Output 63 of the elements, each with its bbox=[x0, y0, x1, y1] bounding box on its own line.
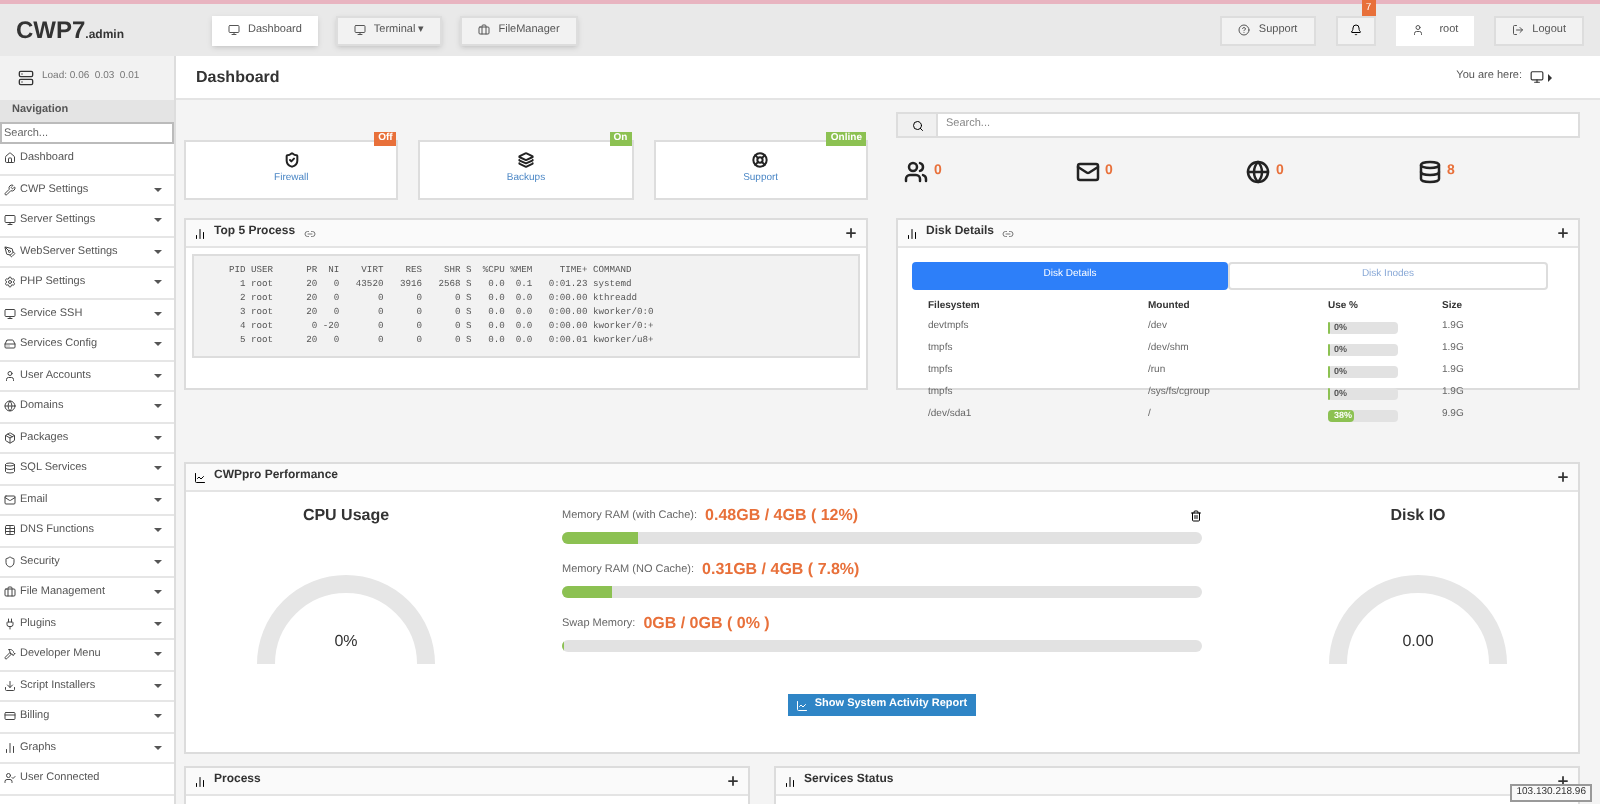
chart-icon bbox=[194, 775, 206, 787]
briefcase-icon bbox=[4, 586, 16, 599]
globe-icon bbox=[4, 400, 16, 413]
server-icon bbox=[18, 70, 34, 86]
help-icon bbox=[1238, 24, 1251, 36]
expand-icon[interactable] bbox=[1556, 226, 1570, 240]
expand-icon[interactable] bbox=[1556, 774, 1570, 788]
monitor-icon[interactable] bbox=[1530, 70, 1544, 84]
gauge-value: 0% bbox=[334, 630, 358, 654]
drive-icon bbox=[4, 338, 16, 351]
line-chart-icon bbox=[194, 471, 206, 483]
wrench-icon bbox=[4, 183, 16, 196]
user-icon bbox=[4, 369, 16, 382]
expand-icon[interactable] bbox=[844, 226, 858, 240]
users-icon bbox=[904, 160, 928, 184]
user-check-icon bbox=[4, 772, 16, 785]
lifebuoy-icon bbox=[752, 152, 769, 169]
stack-icon bbox=[517, 152, 534, 169]
table-icon bbox=[4, 524, 16, 537]
briefcase-icon bbox=[478, 24, 491, 36]
logout-icon bbox=[1512, 24, 1525, 36]
monitor-icon bbox=[353, 24, 366, 36]
envelope-icon bbox=[1075, 160, 1099, 184]
chart-icon bbox=[784, 775, 796, 787]
link-icon[interactable] bbox=[303, 227, 316, 239]
gear-icon bbox=[4, 276, 16, 289]
mail-icon bbox=[4, 493, 16, 506]
gauge-title: CPU Usage bbox=[302, 504, 390, 528]
database-icon bbox=[1417, 160, 1441, 184]
trash-icon[interactable] bbox=[1190, 510, 1202, 522]
pen-icon bbox=[4, 245, 16, 258]
monitor-icon bbox=[228, 24, 240, 36]
monitor-icon bbox=[4, 307, 16, 320]
search-icon bbox=[911, 119, 923, 131]
hammer-icon bbox=[4, 648, 16, 661]
shield-icon bbox=[283, 152, 300, 169]
page-title: Dashboard bbox=[196, 65, 280, 89]
memory-value: 0.31GB / 4GB ( 7.8%) bbox=[702, 558, 860, 582]
shield-icon bbox=[4, 555, 16, 568]
chart-icon bbox=[4, 741, 16, 754]
house-icon bbox=[4, 152, 16, 165]
download-icon bbox=[4, 679, 16, 692]
memory-value: 0.48GB / 4GB ( 12%) bbox=[705, 504, 859, 528]
memory-value: 0GB / 0GB ( 0% ) bbox=[643, 612, 770, 636]
expand-icon[interactable] bbox=[1556, 470, 1570, 484]
notifications-button[interactable] bbox=[1335, 15, 1376, 45]
card-icon bbox=[4, 710, 16, 723]
plug-icon bbox=[4, 617, 16, 630]
monitor-icon bbox=[4, 214, 16, 227]
search-button[interactable] bbox=[896, 112, 938, 138]
line-chart-icon bbox=[796, 699, 809, 711]
caret-icon bbox=[1548, 73, 1552, 81]
database-icon bbox=[4, 462, 16, 475]
user-icon bbox=[1411, 24, 1424, 36]
globe-icon bbox=[1246, 160, 1270, 184]
expand-icon[interactable] bbox=[726, 774, 740, 788]
link-icon[interactable] bbox=[1002, 227, 1015, 239]
package-icon bbox=[4, 431, 16, 444]
gauge-value: 0.00 bbox=[1402, 630, 1434, 654]
chart-icon bbox=[194, 227, 206, 239]
bell-icon bbox=[1349, 24, 1362, 36]
gauge-title: Disk IO bbox=[1390, 504, 1446, 528]
chart-icon bbox=[906, 227, 918, 239]
